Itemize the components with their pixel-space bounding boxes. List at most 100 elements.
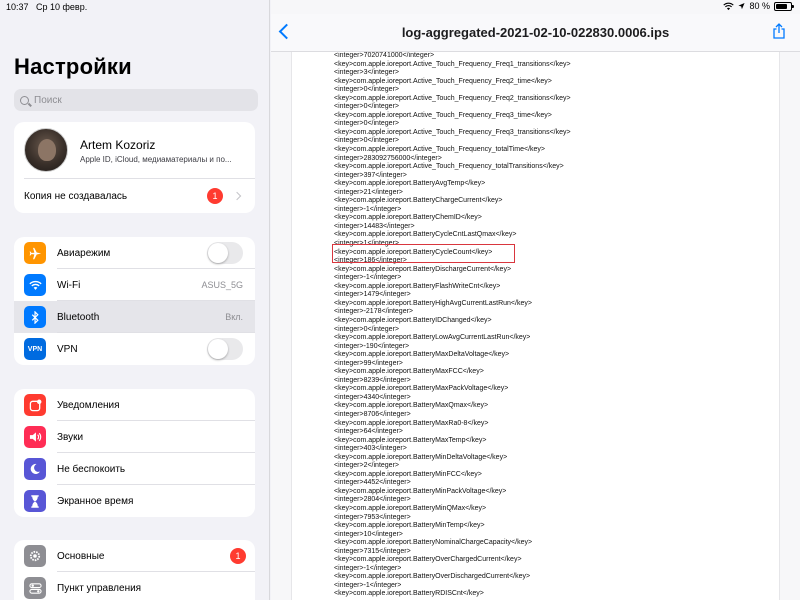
log-line: <key>com.apple.ioreport.Active_Touch_Fre… [334,60,571,68]
status-time: 10:37 [6,2,29,12]
sidebar-item-label: Экранное время [57,495,134,507]
log-line: <key>com.apple.ioreport.Active_Touch_Fre… [334,77,552,85]
status-bar: 10:37 Ср 10 февр. 80 % [0,0,800,14]
log-line: <integer>403</integer> [334,445,407,453]
log-line: <integer>7315</integer> [334,547,411,555]
log-line: <key>com.apple.ioreport.BatteryRDISCnt</… [334,590,484,598]
general-group: Основные 1 Пункт управления [14,540,255,600]
log-line: <key>com.apple.ioreport.BatteryIDChanged… [334,316,492,324]
log-line: <integer>-1</integer> [334,205,402,213]
sidebar-item-vpn[interactable]: VPN VPN [14,333,255,365]
general-badge: 1 [230,548,246,564]
divider [24,178,255,179]
search-field[interactable] [14,89,258,111]
bluetooth-status-value: Вкл. [225,312,243,322]
status-date: Ср 10 февр. [36,2,88,12]
log-line: <key>com.apple.ioreport.BatteryHighAvgCu… [334,299,532,307]
sidebar-item-do-not-disturb[interactable]: Не беспокоить [14,453,255,485]
log-line: <integer>2</integer> [334,462,399,470]
log-line: <key>com.apple.ioreport.BatteryMinPackVo… [334,487,507,495]
sidebar-item-airplane[interactable]: Авиарежим [14,237,255,269]
log-line: <key>com.apple.ioreport.Active_Touch_Fre… [334,146,546,154]
document-title: log-aggregated-2021-02-10-022830.0006.ip… [401,25,670,40]
sidebar-item-bluetooth[interactable]: Bluetooth Вкл. [14,301,255,333]
gear-icon [24,545,46,567]
moon-icon [24,458,46,480]
log-line: <integer>21</integer> [334,188,403,196]
log-line: <integer>8706</integer> [334,410,411,418]
backup-status-label[interactable]: Копия не создавалась [24,191,127,202]
sidebar-item-control-center[interactable]: Пункт управления [14,572,255,600]
sidebar-item-notifications[interactable]: Уведомления [14,389,255,421]
apple-id-card[interactable]: Artem Kozoriz Apple ID, iCloud, медиамат… [14,122,255,213]
log-line: <integer>1479</integer> [334,291,411,299]
log-line: <integer>4340</integer> [334,393,411,401]
log-line: <integer>-1</integer> [334,581,402,589]
settings-sidebar: Настройки Artem Kozoriz Apple ID, iCloud… [0,0,270,600]
sidebar-item-general[interactable]: Основные 1 [14,540,255,572]
airplane-icon [24,242,46,264]
log-line: <integer>2804</integer> [334,496,411,504]
vpn-icon: VPN [24,338,46,360]
log-line: <integer>0</integer> [334,325,399,333]
sidebar-item-sounds[interactable]: Звуки [14,421,255,453]
log-line: <key>com.apple.ioreport.BatteryChargeCur… [334,197,503,205]
log-line: <integer>-1</integer> [334,564,402,572]
log-line: <key>com.apple.ioreport.BatteryNominalCh… [334,539,533,547]
vpn-toggle[interactable] [207,338,243,360]
log-line: <integer>0</integer> [334,86,399,94]
sidebar-item-label: VPN [57,343,78,355]
settings-title: Настройки [14,54,132,79]
log-line: <key>com.apple.ioreport.Active_Touch_Fre… [334,94,571,102]
log-line: <key>com.apple.ioreport.Active_Touch_Fre… [334,128,571,136]
wifi-network-value: ASUS_5G [201,280,243,290]
log-line: <key>com.apple.ioreport.BatteryCycleCntL… [334,231,517,239]
log-line: <key>com.apple.ioreport.BatteryChemID</k… [334,214,482,222]
document-navbar: log-aggregated-2021-02-10-022830.0006.ip… [271,14,800,52]
share-icon[interactable] [772,23,786,39]
battery-percent: 80 % [749,1,770,11]
log-line: <integer>3</integer> [334,69,399,77]
log-line: <integer>4452</integer> [334,479,411,487]
log-line: <key>com.apple.ioreport.BatteryAvgTemp</… [334,180,486,188]
log-line: <key>com.apple.ioreport.BatteryLowAvgCur… [334,334,531,342]
log-line: <key>com.apple.ioreport.BatteryOverDisch… [334,573,531,581]
log-line: <integer>283092756000</integer> [334,154,442,162]
notifications-icon [24,394,46,416]
profile-subtitle: Apple ID, iCloud, медиаматериалы и по... [80,155,232,164]
control-center-icon [24,577,46,599]
search-input[interactable] [34,94,234,106]
connectivity-group: Авиарежим Wi-Fi ASUS_5G Bluetooth Вкл. V… [14,237,255,365]
log-line: <integer>7020741000</integer> [334,52,435,59]
document-page[interactable]: <integer>7020741000</integer> <key>com.ap… [291,52,780,600]
location-icon [738,2,746,10]
sidebar-item-label: Звуки [57,431,84,443]
sidebar-item-screen-time[interactable]: Экранное время [14,485,255,517]
backup-badge: 1 [207,188,223,204]
battery-icon [774,1,794,11]
sidebar-item-wifi[interactable]: Wi-Fi ASUS_5G [14,269,255,301]
sidebar-item-label: Уведомления [57,399,120,411]
log-line: <integer>8239</integer> [334,376,411,384]
search-icon [20,95,29,105]
log-line: <integer>0</integer> [334,137,399,145]
log-line: <key>com.apple.ioreport.Active_Touch_Fre… [334,163,564,171]
log-line: <key>com.apple.ioreport.BatteryMaxQmax</… [334,402,489,410]
log-line: <integer>-2178</integer> [334,308,414,316]
log-line: <key>com.apple.ioreport.BatteryMinQMax</… [334,504,487,512]
log-line: <key>com.apple.ioreport.BatteryMaxFCC</k… [334,368,484,376]
sidebar-item-label: Авиарежим [57,247,111,259]
log-line: <key>com.apple.ioreport.BatteryMaxTemp</… [334,436,487,444]
log-line: <integer>7953</integer> [334,513,411,521]
log-line: <integer>-190</integer> [334,342,410,350]
log-line: <key>com.apple.ioreport.Active_Touch_Fre… [334,111,552,119]
airplane-toggle[interactable] [207,242,243,264]
battery-cycle-count-highlight [332,244,515,263]
log-line: <key>com.apple.ioreport.BatteryMaxRa0-8<… [334,419,489,427]
log-line: <key>com.apple.ioreport.BatteryMinTemp</… [334,522,485,530]
notifications-group: Уведомления Звуки Не беспокоить Экранное… [14,389,255,517]
sidebar-item-label: Bluetooth [57,311,100,323]
log-line: <key>com.apple.ioreport.BatteryMaxPackVo… [334,385,509,393]
status-right: 80 % [723,1,794,11]
sidebar-item-label: Не беспокоить [57,463,126,475]
